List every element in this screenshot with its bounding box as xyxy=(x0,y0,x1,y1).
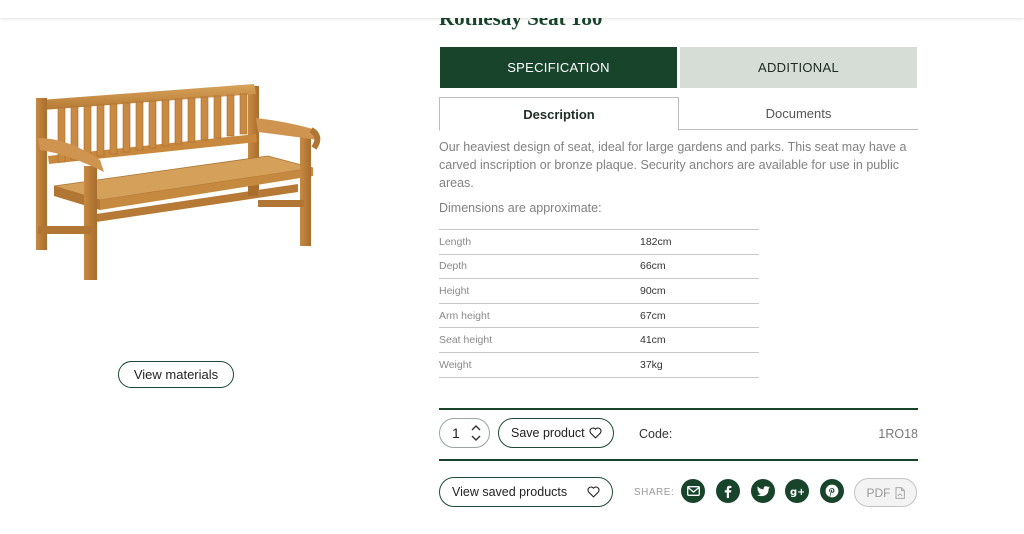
spec-value: 37kg xyxy=(640,358,663,371)
spec-row: Weight 37kg xyxy=(439,353,759,378)
pinterest-icon[interactable] xyxy=(820,479,844,503)
stepper-arrows-icon[interactable] xyxy=(471,424,481,442)
spec-table: Length 182cm Depth 66cm Height 90cm Arm … xyxy=(439,229,759,378)
sub-tab-bar: Description Documents xyxy=(439,97,918,131)
spec-row: Seat height 41cm xyxy=(439,328,759,353)
divider xyxy=(439,459,918,461)
svg-text:g+: g+ xyxy=(790,487,804,497)
view-saved-products-button[interactable]: View saved products xyxy=(439,477,613,507)
divider xyxy=(439,408,918,410)
tab-specification[interactable]: SPECIFICATION xyxy=(440,47,677,88)
quantity-value: 1 xyxy=(452,425,460,441)
pdf-download-button[interactable]: PDF xyxy=(854,478,917,507)
spec-value: 67cm xyxy=(640,309,666,322)
heart-icon xyxy=(589,427,602,439)
spec-label: Seat height xyxy=(439,334,493,347)
email-icon[interactable] xyxy=(681,479,705,503)
dimensions-note: Dimensions are approximate: xyxy=(439,201,602,215)
product-code: 1RO18 xyxy=(878,427,918,441)
code-label: Code: xyxy=(639,427,673,441)
spec-label: Height xyxy=(439,284,470,297)
spec-label: Weight xyxy=(439,358,472,371)
pdf-label: PDF xyxy=(866,485,891,500)
spec-row: Length 182cm xyxy=(439,230,759,255)
quantity-stepper[interactable]: 1 xyxy=(439,418,490,448)
tab-description[interactable]: Description xyxy=(439,97,679,131)
share-label: SHARE: xyxy=(634,487,675,498)
pdf-file-icon xyxy=(895,486,905,499)
spec-value: 90cm xyxy=(640,284,666,297)
spec-value: 41cm xyxy=(640,334,666,347)
spec-row: Arm height 67cm xyxy=(439,304,759,329)
view-materials-button[interactable]: View materials xyxy=(118,361,234,388)
spec-row: Depth 66cm xyxy=(439,255,759,280)
facebook-icon[interactable] xyxy=(716,479,740,503)
view-saved-label: View saved products xyxy=(452,485,568,499)
save-product-label: Save product xyxy=(511,426,585,440)
tab-documents[interactable]: Documents xyxy=(679,97,918,130)
heart-icon xyxy=(587,486,600,498)
spec-label: Depth xyxy=(439,260,468,273)
spec-value: 66cm xyxy=(640,260,666,273)
spec-value: 182cm xyxy=(640,235,672,248)
product-image xyxy=(28,76,328,286)
save-product-button[interactable]: Save product xyxy=(498,418,614,448)
tab-additional[interactable]: ADDITIONAL xyxy=(680,47,917,88)
google-plus-icon[interactable]: g+ xyxy=(785,479,809,503)
product-description: Our heaviest design of seat, ideal for l… xyxy=(439,140,907,190)
top-bar xyxy=(0,0,1024,18)
spec-row: Height 90cm xyxy=(439,279,759,304)
spec-label: Arm height xyxy=(439,309,490,322)
spec-label: Length xyxy=(439,235,472,248)
twitter-icon[interactable] xyxy=(751,479,775,503)
